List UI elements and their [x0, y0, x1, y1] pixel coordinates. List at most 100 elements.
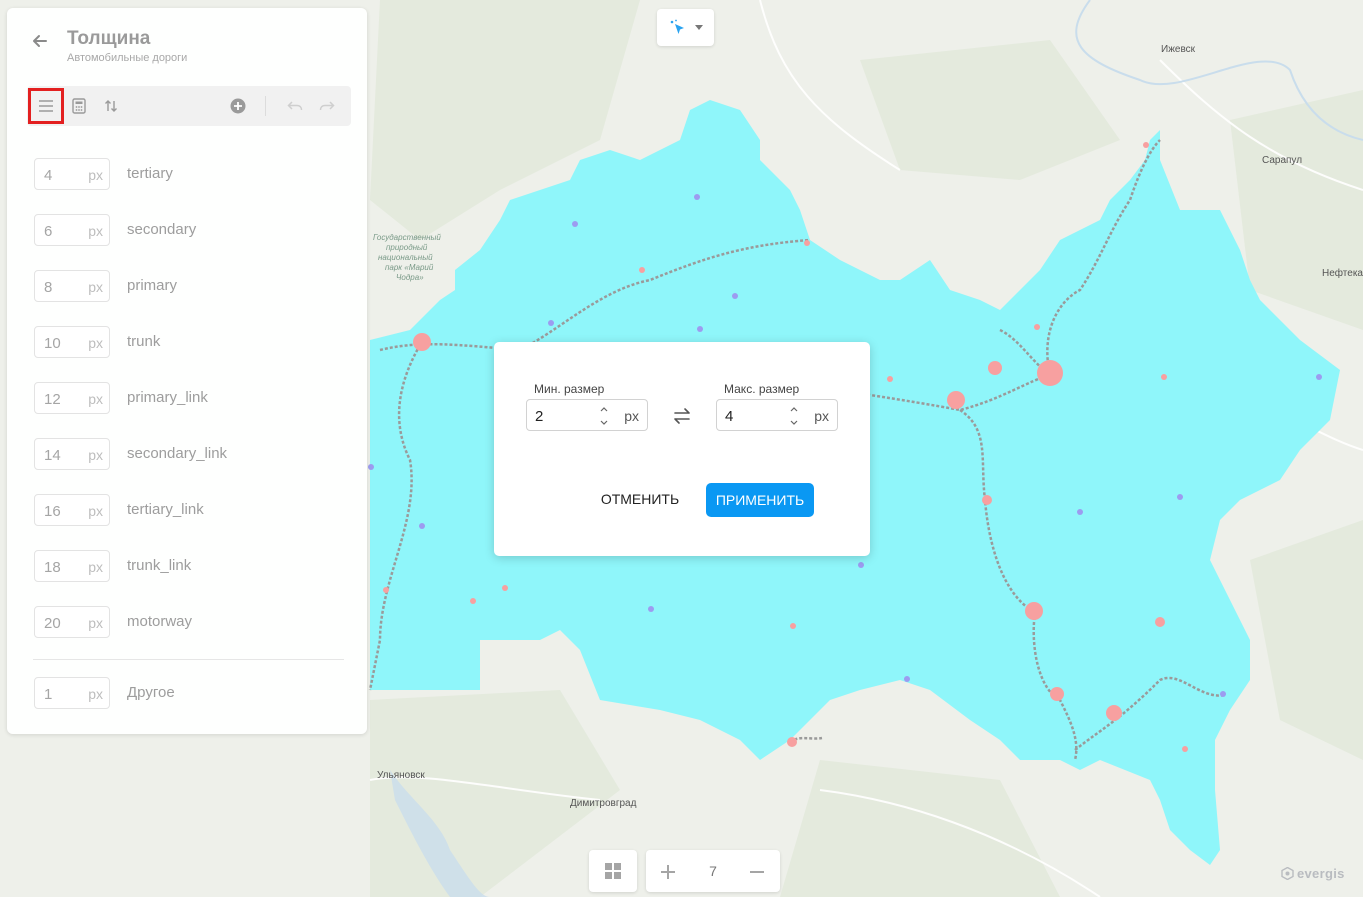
min-size-unit: px — [624, 408, 639, 424]
toolbar-separator — [265, 96, 266, 116]
size-input[interactable]: 4 px — [34, 158, 110, 190]
size-unit: px — [88, 335, 103, 351]
chevron-down-icon — [694, 24, 703, 30]
calculator-button[interactable] — [63, 90, 95, 122]
row-label: primary — [127, 277, 178, 294]
evergis-logo: evergis — [1281, 866, 1345, 881]
city-label-izhevsk: Ижевск — [1161, 44, 1196, 55]
redo-button[interactable] — [311, 90, 343, 122]
spinner-arrows-icon[interactable] — [598, 403, 610, 429]
size-value: 8 — [44, 279, 53, 296]
size-unit: px — [88, 559, 103, 575]
swap-button[interactable] — [670, 405, 694, 427]
size-value: 20 — [44, 615, 61, 632]
plus-icon — [661, 865, 675, 879]
size-range-dialog: Мин. размер px Макс. размер px ОТМЕНИТЬ … — [494, 342, 870, 556]
size-input[interactable]: 1 px — [34, 677, 110, 709]
swap-arrows-icon — [674, 408, 690, 424]
size-value: 14 — [44, 447, 61, 464]
layers-grid-button[interactable] — [589, 850, 637, 892]
size-input[interactable]: 8 px — [34, 270, 110, 302]
rows-divider — [33, 659, 344, 660]
plus-circle-icon — [230, 98, 246, 114]
calculator-icon — [72, 98, 86, 114]
size-unit: px — [88, 223, 103, 239]
min-size-label: Мин. размер — [534, 382, 605, 396]
row-label: secondary — [127, 221, 197, 238]
panel-header: Толщина Автомобильные дороги — [7, 8, 367, 78]
size-input[interactable]: 16 px — [34, 494, 110, 526]
undo-button[interactable] — [279, 90, 311, 122]
row-label: Другое — [127, 684, 175, 701]
cursor-sparkle-icon — [670, 19, 684, 34]
panel-title: Толщина — [67, 28, 151, 49]
city-label-sarapul: Сарапул — [1262, 155, 1302, 166]
size-input[interactable]: 12 px — [34, 382, 110, 414]
back-arrow-icon[interactable] — [29, 30, 51, 52]
max-size-input[interactable] — [725, 405, 785, 427]
size-input[interactable]: 20 px — [34, 606, 110, 638]
size-value: 16 — [44, 503, 61, 520]
svg-text:природный: природный — [386, 243, 428, 252]
row-label: primary_link — [127, 389, 208, 406]
apply-button[interactable]: ПРИМЕНИТЬ — [706, 483, 814, 517]
row-label: tertiary_link — [127, 501, 204, 518]
size-row-tertiary-link: 16 px tertiary_link — [34, 492, 344, 548]
size-unit: px — [88, 503, 103, 519]
zoom-out-button[interactable] — [745, 860, 769, 884]
svg-text:Чодра»: Чодра» — [396, 273, 424, 282]
cancel-button[interactable]: ОТМЕНИТЬ — [594, 482, 686, 516]
min-size-field[interactable]: px — [526, 399, 648, 431]
row-label: motorway — [127, 613, 193, 630]
size-unit: px — [88, 615, 103, 631]
panel-toolbar — [27, 86, 351, 126]
size-value: 18 — [44, 559, 61, 576]
size-row-trunk: 10 px trunk — [34, 324, 344, 380]
grid-icon — [605, 863, 621, 879]
list-view-button[interactable] — [28, 88, 64, 124]
size-input[interactable]: 10 px — [34, 326, 110, 358]
size-input[interactable]: 14 px — [34, 438, 110, 470]
size-unit: px — [88, 279, 103, 295]
sort-arrows-icon — [105, 100, 117, 112]
size-input[interactable]: 6 px — [34, 214, 110, 246]
svg-text:национальный: национальный — [378, 253, 433, 262]
city-label-ulyanovsk: Ульяновск — [377, 770, 425, 781]
max-size-field[interactable]: px — [716, 399, 838, 431]
row-label: secondary_link — [127, 445, 228, 462]
size-value: 4 — [44, 167, 53, 184]
logo-text: evergis — [1297, 866, 1345, 881]
row-label: tertiary — [127, 165, 173, 182]
zoom-control: 7 — [646, 850, 780, 892]
redo-icon — [319, 101, 335, 111]
city-label-dimitrovgrad: Димитровград — [570, 798, 637, 809]
size-unit: px — [88, 167, 103, 183]
size-row-primary-link: 12 px primary_link — [34, 380, 344, 436]
size-value: 1 — [44, 686, 53, 703]
size-unit: px — [88, 391, 103, 407]
map-tool-dropdown[interactable] — [657, 9, 714, 46]
row-label: trunk_link — [127, 557, 192, 574]
size-rows: 4 px tertiary 6 px secondary 8 px primar… — [34, 156, 344, 660]
size-row-secondary-link: 14 px secondary_link — [34, 436, 344, 492]
size-row-tertiary: 4 px tertiary — [34, 156, 344, 212]
spinner-arrows-icon[interactable] — [788, 403, 800, 429]
style-panel: Толщина Автомобильные дороги 4 px tertia… — [7, 8, 367, 734]
svg-text:Государственный: Государственный — [373, 233, 441, 242]
add-button[interactable] — [222, 90, 254, 122]
size-unit: px — [88, 686, 103, 702]
row-label: trunk — [127, 333, 161, 350]
min-size-input[interactable] — [535, 405, 595, 427]
zoom-level: 7 — [709, 863, 717, 879]
panel-subtitle: Автомобильные дороги — [67, 52, 188, 64]
city-label-neftekamsk: Нефтекам — [1322, 267, 1363, 279]
size-row-trunk-link: 18 px trunk_link — [34, 548, 344, 604]
size-row-motorway: 20 px motorway — [34, 604, 344, 660]
list-icon — [39, 100, 53, 112]
undo-icon — [287, 101, 303, 111]
sort-button[interactable] — [95, 90, 127, 122]
size-row-primary: 8 px primary — [34, 268, 344, 324]
zoom-in-button[interactable] — [656, 860, 680, 884]
minus-icon — [750, 871, 764, 873]
size-input[interactable]: 18 px — [34, 550, 110, 582]
